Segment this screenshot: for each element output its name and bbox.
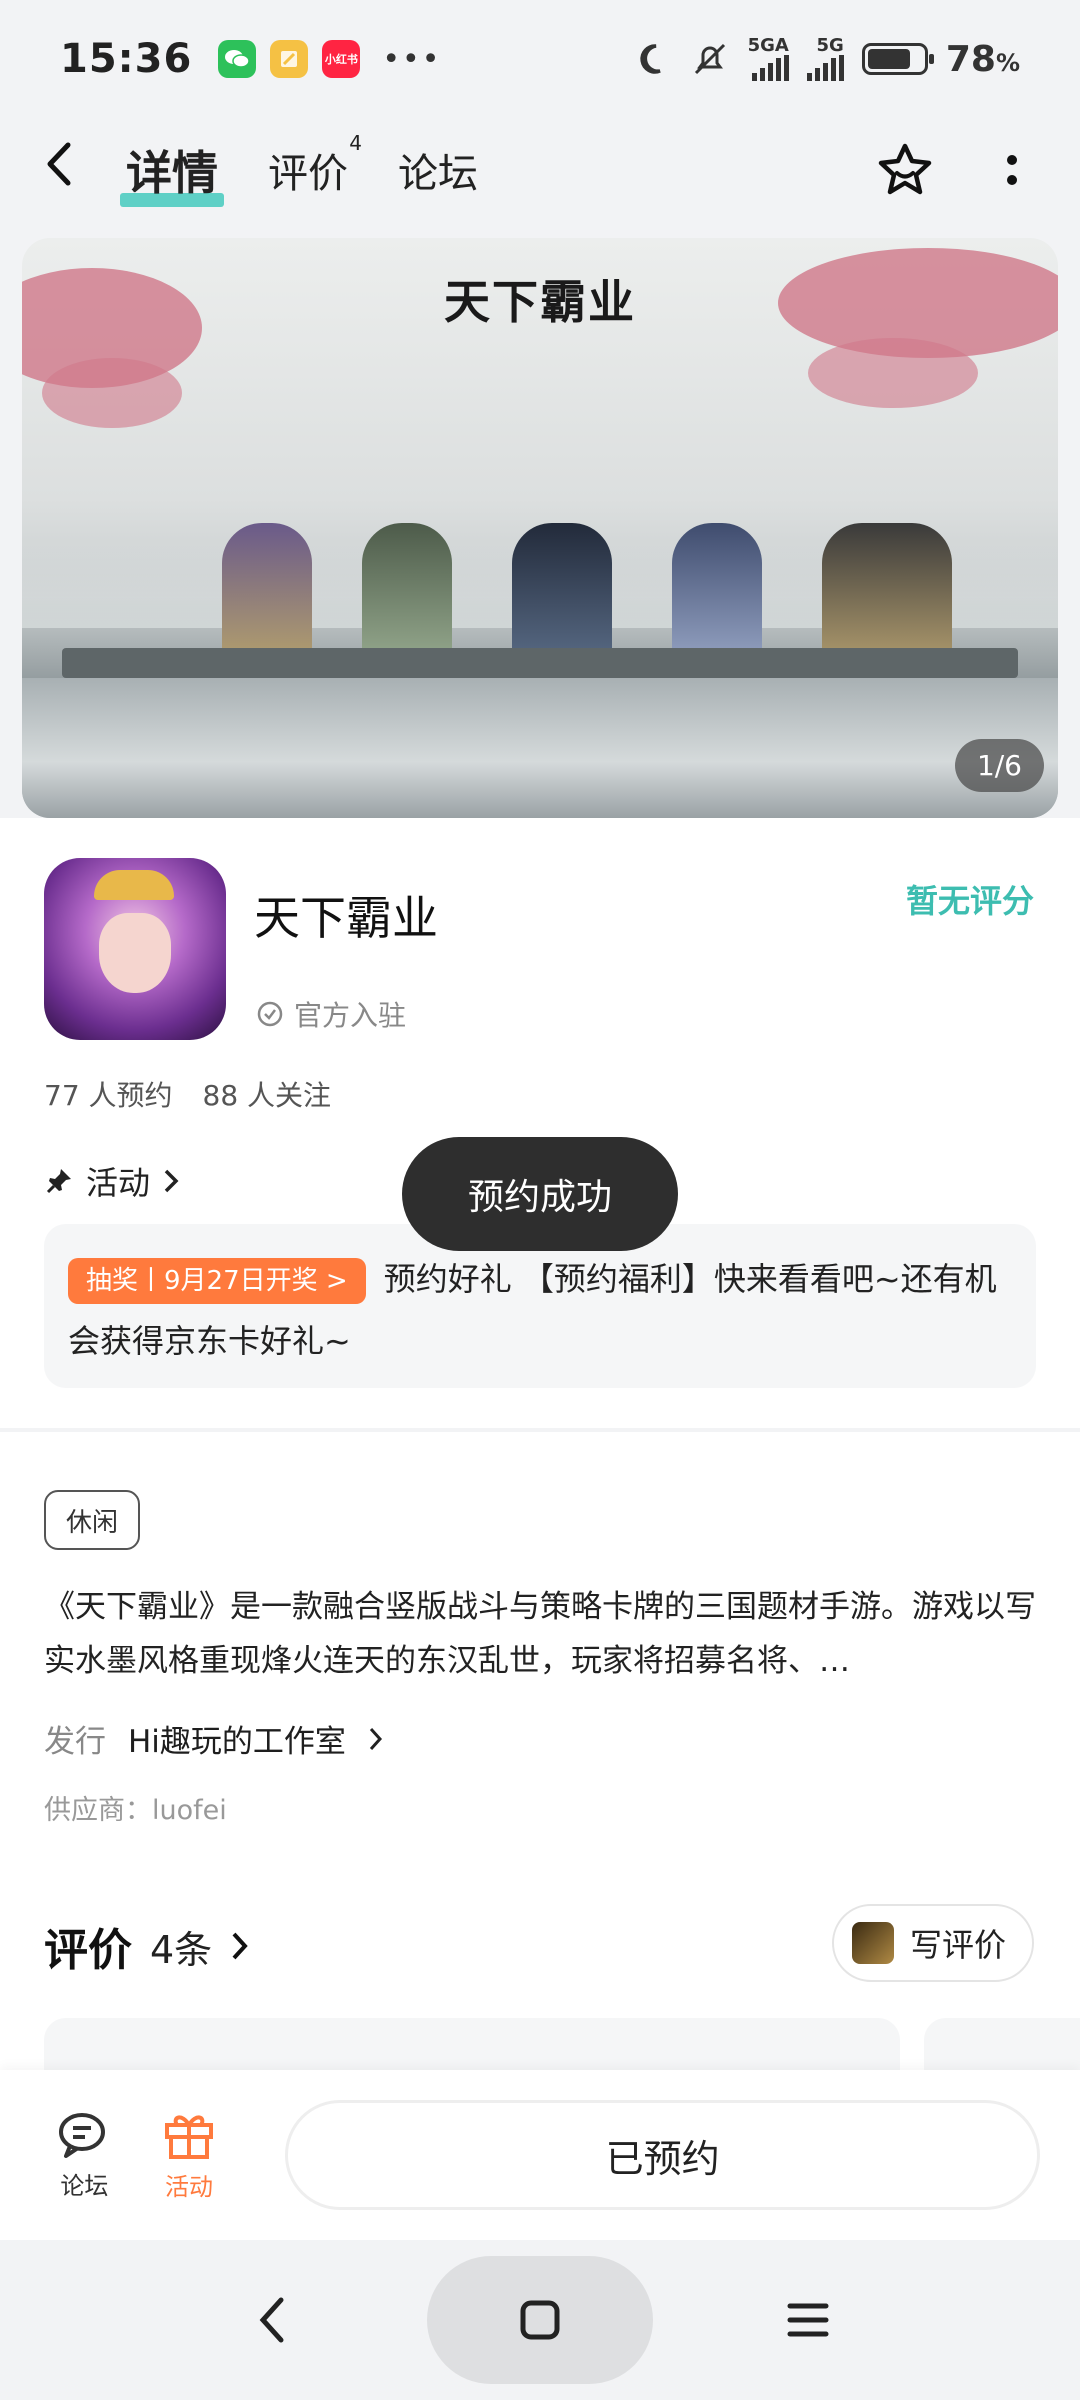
system-back-button[interactable] bbox=[197, 2270, 347, 2370]
official-badge: 官方入驻 bbox=[256, 994, 406, 1034]
nav-actions bbox=[876, 141, 1020, 199]
tab-details[interactable]: 详情 bbox=[120, 137, 224, 207]
pin-icon bbox=[46, 1169, 71, 1194]
verified-check-icon bbox=[257, 1001, 283, 1027]
battery-percent: 78% bbox=[945, 38, 1020, 80]
game-title: 天下霸业 bbox=[254, 891, 438, 945]
moon-icon bbox=[639, 44, 661, 74]
more-vertical-icon[interactable] bbox=[1004, 148, 1020, 192]
status-app-icons: 小红书 ••• bbox=[218, 40, 441, 78]
tab-reviews-badge: 4 bbox=[349, 131, 362, 155]
game-description[interactable]: 《天下霸业》是一款融合竖版战斗与策略卡牌的三国题材手游。游戏以写实水墨风格重现烽… bbox=[44, 1580, 1036, 1688]
system-menu-button[interactable] bbox=[733, 2270, 883, 2370]
network-type-2: 5G bbox=[816, 35, 844, 56]
rating-status: 暂无评分 bbox=[905, 882, 1034, 920]
reservation-count: 77 人预约 bbox=[44, 1079, 173, 1112]
toast-message: 预约成功 bbox=[402, 1137, 678, 1251]
tab-bar: 详情 评价 4 论坛 bbox=[120, 131, 478, 207]
blossom-tree-left-2 bbox=[42, 358, 182, 428]
system-navigation-bar bbox=[0, 2240, 1080, 2400]
genre-tag[interactable]: 休闲 bbox=[44, 1490, 141, 1550]
tab-forum[interactable]: 论坛 bbox=[398, 141, 478, 199]
publisher-name: Hi趣玩的工作室 bbox=[128, 1724, 346, 1760]
notes-icon bbox=[270, 40, 309, 78]
activity-button[interactable]: 活动 bbox=[145, 2109, 234, 2202]
network-type-1: 5GA bbox=[747, 35, 789, 56]
status-time: 15:36 bbox=[60, 36, 193, 82]
favorite-star-icon[interactable] bbox=[876, 141, 934, 199]
reserved-button[interactable]: 已预约 bbox=[285, 2100, 1040, 2210]
game-app-icon bbox=[44, 858, 226, 1040]
home-square-icon bbox=[520, 2300, 560, 2340]
back-button[interactable] bbox=[40, 139, 100, 202]
signal-5g: 5G bbox=[806, 35, 844, 81]
reviews-header[interactable]: 评价 4条 bbox=[44, 1914, 250, 1978]
status-bar: 15:36 小红书 ••• 5GA 5G 78% bbox=[0, 0, 1080, 118]
lottery-tag: 抽奖丨9月27日开奖 > bbox=[68, 1258, 366, 1304]
top-nav: 详情 评价 4 论坛 bbox=[0, 118, 1080, 222]
chevron-right-icon bbox=[164, 1169, 179, 1193]
reviews-title: 评价 bbox=[44, 1925, 132, 1976]
write-review-button[interactable]: 写评价 bbox=[831, 1904, 1034, 1982]
bottom-action-bar: 论坛 活动 已预约 bbox=[0, 2070, 1080, 2240]
publisher-row[interactable]: 发行 Hi趣玩的工作室 bbox=[44, 1716, 384, 1761]
carousel-page-indicator: 1/6 bbox=[954, 739, 1044, 792]
chevron-right-icon bbox=[369, 1727, 382, 1750]
xiaohongshu-icon: 小红书 bbox=[322, 40, 361, 78]
tab-reviews[interactable]: 评价 4 bbox=[268, 131, 362, 199]
more-notifications-icon: ••• bbox=[382, 41, 442, 77]
menu-icon bbox=[787, 2303, 829, 2337]
banner-logo: 天下霸业 bbox=[444, 275, 636, 329]
banner-water bbox=[22, 678, 1058, 818]
banner-platform bbox=[62, 648, 1018, 678]
supplier-info: 供应商：luofei bbox=[44, 1795, 227, 1826]
forum-button[interactable]: 论坛 bbox=[40, 2110, 129, 2201]
user-avatar-thumb bbox=[851, 1922, 894, 1964]
publisher-label: 发行 bbox=[44, 1724, 106, 1760]
chevron-right-icon bbox=[232, 1932, 248, 1960]
activity-header[interactable]: 活动 bbox=[44, 1158, 180, 1204]
system-home-button[interactable] bbox=[427, 2256, 653, 2384]
status-right: 5GA 5G 78% bbox=[636, 37, 1020, 81]
game-banner-carousel[interactable]: 天下霸业 1/6 bbox=[22, 238, 1058, 818]
back-arrow-icon bbox=[47, 142, 71, 185]
follower-count: 88 人关注 bbox=[202, 1079, 332, 1112]
gift-icon bbox=[164, 2115, 213, 2159]
wechat-icon bbox=[218, 40, 257, 78]
mute-bell-icon bbox=[694, 43, 725, 75]
battery-icon bbox=[861, 43, 934, 75]
forum-chat-icon bbox=[59, 2112, 106, 2158]
signal-5ga: 5GA bbox=[748, 37, 789, 81]
back-triangle-icon bbox=[259, 2297, 284, 2343]
game-stats: 77 人预约 88 人关注 bbox=[44, 1074, 331, 1114]
reviews-count: 4条 bbox=[150, 1927, 213, 1972]
blossom-tree-right-2 bbox=[808, 338, 978, 408]
